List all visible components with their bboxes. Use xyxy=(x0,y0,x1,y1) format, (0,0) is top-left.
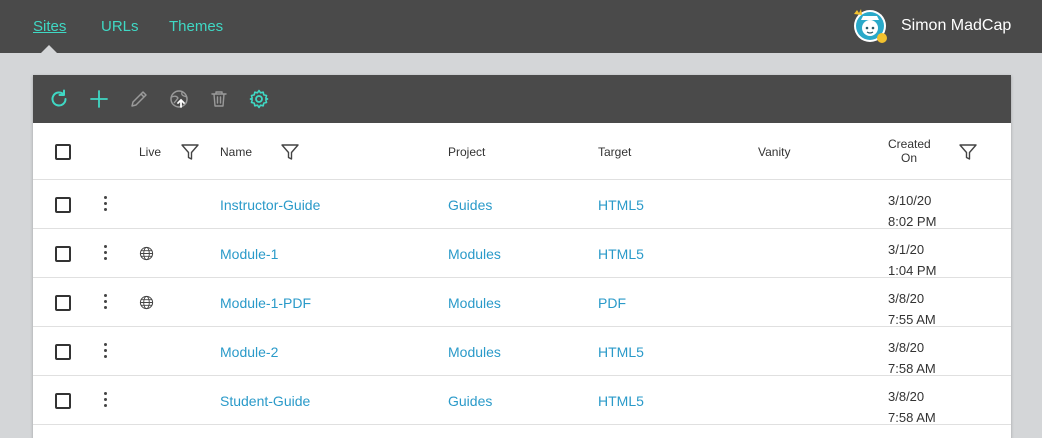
table-row[interactable]: Module-1 Modules HTML5 3/1/20 1:04 PM xyxy=(33,229,1011,278)
created-on-cell: 3/8/20 7:58 AM xyxy=(888,386,936,428)
target-link[interactable]: PDF xyxy=(598,295,626,311)
row-menu-button[interactable] xyxy=(101,294,109,312)
sites-toolbar xyxy=(33,75,1011,123)
name-filter-button[interactable] xyxy=(280,142,300,162)
user-avatar-icon xyxy=(854,9,887,43)
project-link[interactable]: Guides xyxy=(448,393,492,409)
table-row[interactable]: Module-2 Modules HTML5 3/8/20 7:58 AM xyxy=(33,327,1011,376)
target-link[interactable]: HTML5 xyxy=(598,393,644,409)
header-created-line2: On xyxy=(900,151,917,165)
row-checkbox[interactable] xyxy=(55,393,71,409)
sites-panel: Live Name Project Target Vanity Created … xyxy=(33,75,1011,438)
live-globe-icon xyxy=(139,295,154,310)
table-row[interactable]: Instructor-Guide Guides HTML5 3/10/20 8:… xyxy=(33,180,1011,229)
header-created-line1: Created xyxy=(888,137,931,151)
refresh-icon xyxy=(51,89,67,107)
row-checkbox[interactable] xyxy=(55,246,71,262)
row-menu-button[interactable] xyxy=(101,245,109,263)
top-navigation-bar: Sites URLs Themes Simon MadCap xyxy=(0,0,1042,53)
project-link[interactable]: Modules xyxy=(448,295,501,311)
user-name[interactable]: Simon MadCap xyxy=(901,17,1011,35)
row-menu-button[interactable] xyxy=(101,343,109,361)
site-name-link[interactable]: Module-2 xyxy=(220,344,278,360)
created-on-cell: 3/8/20 7:58 AM xyxy=(888,337,936,379)
tab-sites[interactable]: Sites xyxy=(33,18,66,35)
tab-themes[interactable]: Themes xyxy=(169,18,223,35)
row-menu-button[interactable] xyxy=(101,392,109,410)
select-all-checkbox[interactable] xyxy=(55,144,71,160)
created-on-cell: 3/10/20 8:02 PM xyxy=(888,190,936,232)
created-filter-button[interactable] xyxy=(958,142,978,162)
filter-icon xyxy=(959,144,977,160)
created-time: 7:58 AM xyxy=(888,410,936,425)
row-checkbox[interactable] xyxy=(55,295,71,311)
header-name[interactable]: Name xyxy=(220,145,252,159)
site-name-link[interactable]: Instructor-Guide xyxy=(220,197,320,213)
active-tab-caret xyxy=(41,45,57,53)
site-name-link[interactable]: Module-1-PDF xyxy=(220,295,311,311)
created-date: 3/8/20 xyxy=(888,291,925,306)
edit-button[interactable] xyxy=(127,87,151,111)
live-filter-button[interactable] xyxy=(180,142,200,162)
add-button[interactable] xyxy=(87,87,111,111)
target-link[interactable]: HTML5 xyxy=(598,246,644,262)
header-target[interactable]: Target xyxy=(598,145,631,159)
row-checkbox[interactable] xyxy=(55,197,71,213)
table-row[interactable]: Student-Guide Guides HTML5 3/8/20 7:58 A… xyxy=(33,376,1011,425)
header-created-on[interactable]: Created On xyxy=(888,137,931,165)
filter-icon xyxy=(281,144,299,160)
trash-icon xyxy=(211,91,227,107)
created-date: 3/8/20 xyxy=(888,389,925,404)
header-live[interactable]: Live xyxy=(139,145,161,159)
row-menu-button[interactable] xyxy=(101,196,109,214)
refresh-button[interactable] xyxy=(47,87,71,111)
tab-urls[interactable]: URLs xyxy=(101,18,139,35)
created-on-cell: 3/1/20 1:04 PM xyxy=(888,239,936,281)
project-link[interactable]: Guides xyxy=(448,197,492,213)
settings-button[interactable] xyxy=(247,87,271,111)
filter-icon xyxy=(181,144,199,160)
table-header: Live Name Project Target Vanity Created … xyxy=(33,123,1011,180)
publish-button[interactable] xyxy=(167,87,191,111)
target-link[interactable]: HTML5 xyxy=(598,344,644,360)
avatar[interactable] xyxy=(852,8,888,44)
target-link[interactable]: HTML5 xyxy=(598,197,644,213)
site-name-link[interactable]: Module-1 xyxy=(220,246,278,262)
row-checkbox[interactable] xyxy=(55,344,71,360)
live-globe-icon xyxy=(139,246,154,261)
header-vanity[interactable]: Vanity xyxy=(758,145,790,159)
gear-icon xyxy=(249,89,269,109)
created-on-cell: 3/8/20 7:55 AM xyxy=(888,288,936,330)
edit-icon xyxy=(131,91,147,107)
table-row[interactable]: Module-1-PDF Modules PDF 3/8/20 7:55 AM xyxy=(33,278,1011,327)
add-icon xyxy=(90,90,108,108)
site-name-link[interactable]: Student-Guide xyxy=(220,393,310,409)
publish-icon xyxy=(170,90,188,108)
created-date: 3/8/20 xyxy=(888,340,925,355)
project-link[interactable]: Modules xyxy=(448,344,501,360)
delete-button[interactable] xyxy=(207,87,231,111)
project-link[interactable]: Modules xyxy=(448,246,501,262)
header-project[interactable]: Project xyxy=(448,145,485,159)
created-date: 3/1/20 xyxy=(888,242,925,257)
created-date: 3/10/20 xyxy=(888,193,932,208)
